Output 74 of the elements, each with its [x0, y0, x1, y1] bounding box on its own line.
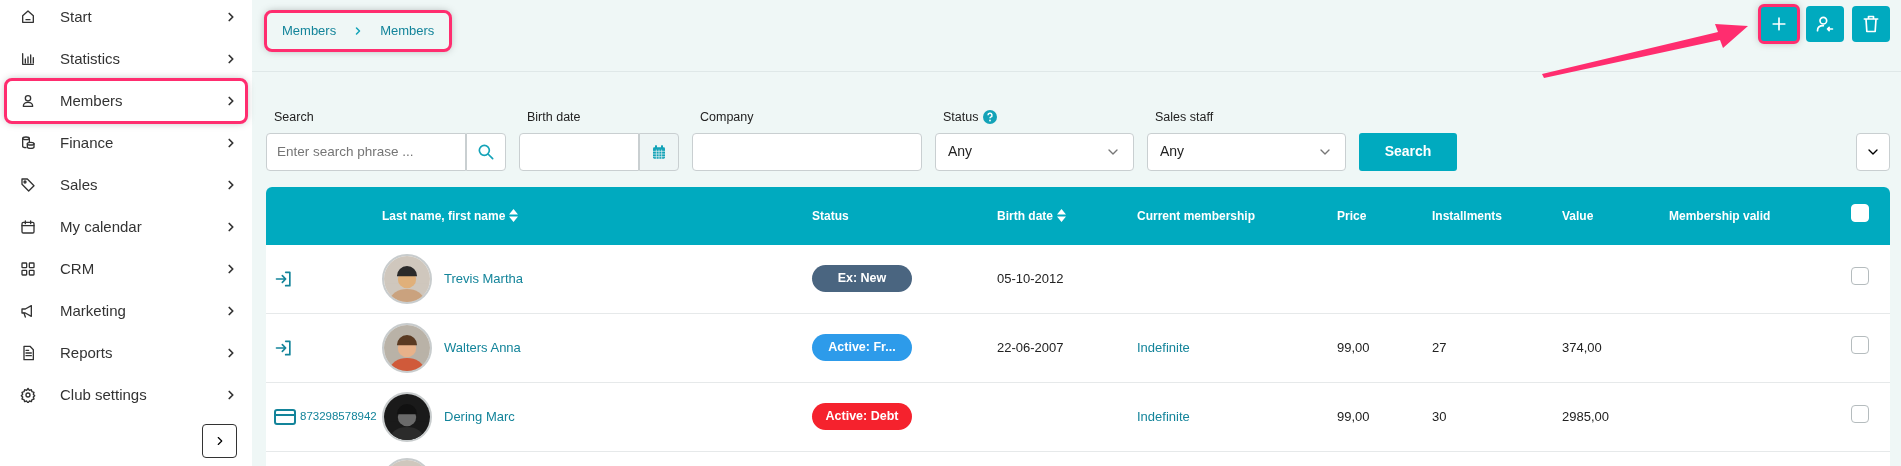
- breadcrumb-link[interactable]: Members: [380, 21, 435, 41]
- search-submit-button[interactable]: [466, 132, 506, 171]
- column-header: Value: [1562, 207, 1594, 225]
- column-header: Status: [812, 207, 849, 225]
- status-select[interactable]: Any: [935, 132, 1134, 171]
- column-header: Installments: [1432, 207, 1503, 225]
- table-cell: 99,00: [1337, 340, 1370, 355]
- row-checkbox[interactable]: [1851, 267, 1869, 285]
- sidebar-item[interactable]: Finance: [0, 122, 252, 164]
- tag-icon: [20, 177, 36, 193]
- select-all-checkbox[interactable]: [1851, 204, 1869, 223]
- person-arrow-icon: [1815, 14, 1835, 34]
- field-label: Sales staff: [1155, 109, 1214, 126]
- search-field[interactable]: Enter search phrase ...: [266, 132, 466, 171]
- trash-icon: [1861, 14, 1881, 34]
- column-header: Price: [1337, 207, 1367, 225]
- table-cell: 27: [1432, 340, 1447, 355]
- membership-link[interactable]: Indefinite: [1137, 409, 1190, 424]
- sidebar-item[interactable]: Marketing: [0, 290, 252, 332]
- grid-icon: [20, 261, 36, 277]
- collapse-button[interactable]: [202, 424, 237, 458]
- person-icon: [20, 93, 36, 109]
- status-badge: Active: Fr...: [812, 334, 912, 362]
- document-icon: [20, 345, 36, 361]
- add-button[interactable]: [1760, 6, 1798, 42]
- select-value: Any: [1160, 142, 1185, 162]
- trash-button[interactable]: [1852, 6, 1890, 42]
- member-name-link[interactable]: Dering Marc: [444, 407, 515, 427]
- status-badge: Ex: New: [812, 265, 912, 293]
- field-label: Status: [943, 109, 979, 126]
- calendar-button[interactable]: [639, 132, 679, 171]
- sidebar-item[interactable]: Statistics: [0, 38, 252, 80]
- sidebar-item[interactable]: Sales: [0, 164, 252, 206]
- sidebar-item[interactable]: CRM: [0, 248, 252, 290]
- home-icon: [20, 9, 36, 25]
- table-cell: 2985,00: [1562, 409, 1609, 424]
- table-cell: 374,00: [1562, 340, 1602, 355]
- field-label: Search: [274, 109, 314, 126]
- sales-staff-select[interactable]: Any: [1147, 132, 1346, 171]
- settings-icon: [20, 387, 36, 403]
- company-field[interactable]: [692, 132, 922, 171]
- person-arrow-button[interactable]: [1806, 6, 1844, 42]
- calendar-icon: [20, 219, 36, 235]
- date-field[interactable]: [519, 132, 639, 171]
- table-cell: 22-06-2007: [997, 340, 1064, 355]
- coins-icon: [20, 135, 36, 151]
- select-value: Any: [948, 142, 973, 162]
- card-number[interactable]: 873298578942: [300, 408, 377, 426]
- field-label: Company: [700, 109, 754, 126]
- column-header: Current membership: [1137, 207, 1256, 225]
- breadcrumb-link[interactable]: Members: [282, 21, 337, 41]
- table-cell: 05-10-2012: [997, 271, 1064, 286]
- table-cell: 30: [1432, 409, 1447, 424]
- member-name-link[interactable]: Walters Anna: [444, 338, 521, 358]
- table-cell: 99,00: [1337, 409, 1370, 424]
- column-header: Membership valid: [1669, 207, 1771, 225]
- sidebar-item[interactable]: Club settings: [0, 374, 252, 416]
- sort-icon[interactable]: [509, 209, 519, 223]
- sidebar-item[interactable]: Reports: [0, 332, 252, 374]
- sidebar-item[interactable]: Members: [6, 80, 246, 122]
- help-icon: [983, 110, 998, 125]
- membership-link[interactable]: Indefinite: [1137, 340, 1190, 355]
- member-name-link[interactable]: Trevis Martha: [444, 269, 523, 289]
- row-checkbox[interactable]: [1851, 336, 1869, 354]
- sidebar-item[interactable]: Start: [0, 0, 252, 38]
- card-icon: [274, 408, 296, 425]
- field-label: Birth date: [527, 109, 581, 126]
- sort-icon[interactable]: [1057, 209, 1066, 223]
- calendar-icon: [651, 142, 667, 161]
- bar-chart-icon: [20, 51, 36, 67]
- status-badge: Active: Debt: [812, 403, 912, 431]
- row-checkbox[interactable]: [1851, 405, 1869, 423]
- expand-button[interactable]: [1856, 132, 1890, 171]
- sidebar-item[interactable]: My calendar: [0, 206, 252, 248]
